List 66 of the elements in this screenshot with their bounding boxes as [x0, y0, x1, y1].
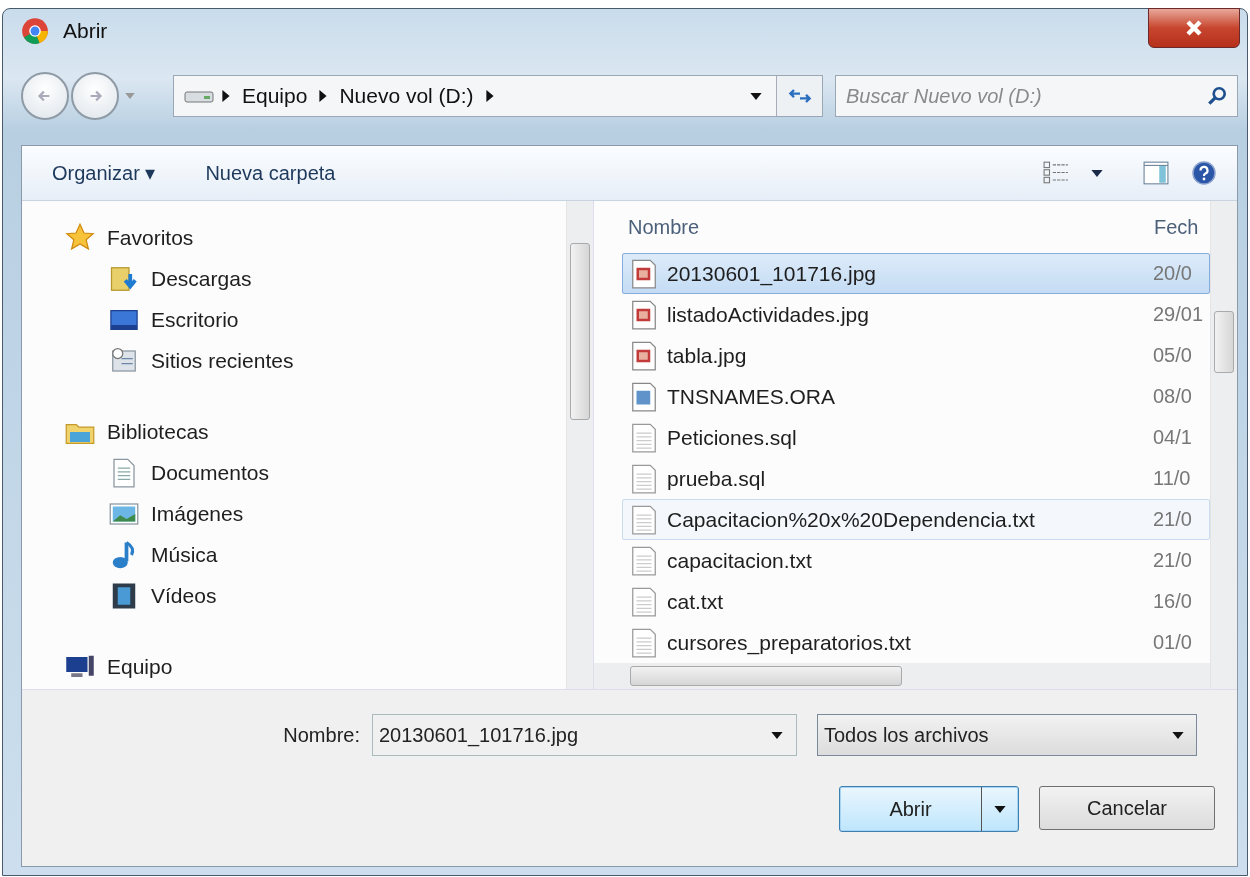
- forward-button[interactable]: [71, 72, 119, 120]
- browser-logo-icon: [21, 17, 49, 45]
- address-dropdown-icon[interactable]: [750, 92, 762, 100]
- search-field[interactable]: Buscar Nuevo vol (D:): [835, 75, 1238, 117]
- horizontal-scrollbar[interactable]: [594, 663, 1210, 689]
- text-file-icon: [629, 422, 659, 453]
- caret-icon: [1172, 731, 1184, 739]
- file-row[interactable]: Capacitacion%20x%20Dependencia.txt 21/0: [622, 499, 1210, 540]
- nav-item[interactable]: Escritorio: [65, 299, 566, 340]
- nav-group[interactable]: Favoritos: [65, 217, 566, 258]
- nav-group[interactable]: Bibliotecas: [65, 411, 566, 452]
- view-list-icon[interactable]: [1043, 161, 1069, 185]
- nav-item[interactable]: Vídeos: [65, 575, 566, 616]
- toolbar-button[interactable]: Nueva carpeta: [205, 161, 336, 185]
- file-icon: [629, 381, 659, 412]
- file-type-dropdown[interactable]: Todos los archivos: [817, 714, 1197, 756]
- column-header[interactable]: Fech: [1148, 215, 1210, 239]
- vertical-scrollbar[interactable]: [566, 201, 593, 689]
- toolbar-button[interactable]: Organizar ▾: [52, 161, 156, 185]
- help-icon[interactable]: [1191, 161, 1217, 185]
- preview-pane-icon[interactable]: [1143, 161, 1169, 185]
- nav-group[interactable]: Equipo: [65, 646, 566, 687]
- breadcrumb-item[interactable]: Nuevo vol (D:): [339, 84, 474, 108]
- close-icon: [1184, 18, 1204, 38]
- nav-item[interactable]: Imágenes: [65, 493, 566, 534]
- text-file-icon: [629, 545, 659, 576]
- close-button[interactable]: [1148, 8, 1240, 48]
- column-header[interactable]: Nombre: [628, 215, 700, 239]
- file-row[interactable]: tabla.jpg 05/0: [622, 335, 1210, 376]
- nav-item[interactable]: Descargas: [65, 258, 566, 299]
- nav-item[interactable]: Sitios recientes: [65, 340, 566, 381]
- file-row[interactable]: prueba.sql 11/0: [622, 458, 1210, 499]
- file-row[interactable]: Peticiones.sql 04/1: [622, 417, 1210, 458]
- file-row[interactable]: cat.txt 16/0: [622, 581, 1210, 622]
- text-file-icon: [629, 586, 659, 617]
- search-icon: [1206, 85, 1228, 107]
- vertical-scrollbar[interactable]: [1210, 201, 1237, 689]
- drive-icon: [184, 89, 214, 103]
- star-icon: [65, 222, 95, 253]
- breadcrumb-arrow-icon[interactable]: [222, 90, 230, 102]
- cancel-button[interactable]: Cancelar: [1039, 786, 1215, 830]
- text-file-icon: [629, 463, 659, 494]
- caret-icon: [994, 805, 1006, 813]
- text-file-icon: [629, 504, 659, 535]
- breadcrumb-arrow-icon[interactable]: [485, 90, 494, 102]
- nav-item[interactable]: Documentos: [65, 452, 566, 493]
- image-file-icon: [629, 299, 659, 330]
- window-title: Abrir: [63, 19, 108, 43]
- breadcrumb-arrow-icon[interactable]: [319, 90, 328, 102]
- field-label: Nombre:: [282, 723, 361, 747]
- file-row[interactable]: TNSNAMES.ORA 08/0: [622, 376, 1210, 417]
- view-dropdown-icon[interactable]: [1091, 169, 1103, 177]
- file-row[interactable]: capacitacion.txt 21/0: [622, 540, 1210, 581]
- file-row[interactable]: cursores_preparatorios.txt 01/0: [622, 622, 1210, 663]
- refresh-button[interactable]: [776, 76, 822, 116]
- image-file-icon: [629, 340, 659, 371]
- file-row[interactable]: 20130601_101716.jpg 20/0: [622, 253, 1210, 294]
- nav-item[interactable]: Música: [65, 534, 566, 575]
- text-file-icon: [629, 627, 659, 658]
- breadcrumb-item[interactable]: Equipo: [242, 84, 308, 108]
- file-row[interactable]: listadoActividades.jpg 29/01: [622, 294, 1210, 335]
- back-button[interactable]: [21, 72, 69, 120]
- caret-icon[interactable]: [771, 732, 783, 739]
- address-bar[interactable]: Equipo Nuevo vol (D:): [173, 75, 823, 117]
- image-file-icon: [629, 258, 659, 289]
- file-name-field[interactable]: 20130601_101716.jpg: [372, 714, 797, 756]
